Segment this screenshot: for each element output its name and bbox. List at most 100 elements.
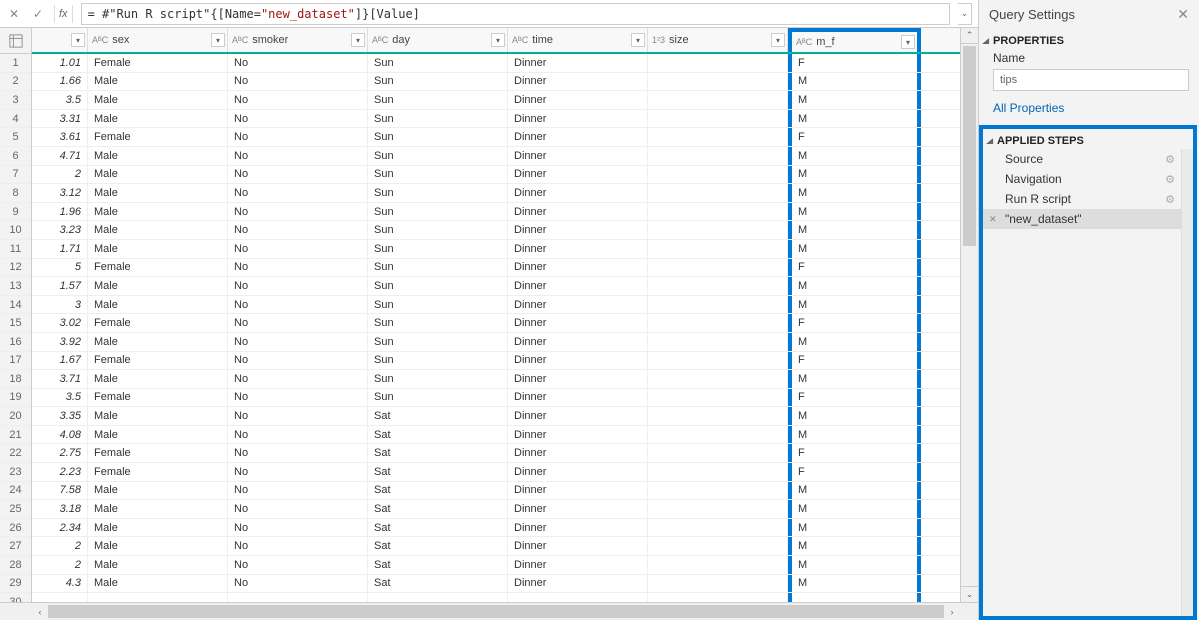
formula-expand-button[interactable]: ⌄ xyxy=(958,3,972,25)
cell[interactable]: Male xyxy=(88,184,228,202)
cell[interactable] xyxy=(648,259,788,277)
cell[interactable]: 5 xyxy=(32,259,88,277)
column-filter-button[interactable]: ▾ xyxy=(351,33,365,47)
cell[interactable]: Sun xyxy=(368,352,508,370)
table-row[interactable]: 2.34MaleNoSatDinnerM xyxy=(32,519,960,538)
cell[interactable]: No xyxy=(228,221,368,239)
cell[interactable] xyxy=(648,296,788,314)
cell[interactable] xyxy=(648,593,788,602)
cell[interactable] xyxy=(648,221,788,239)
table-row[interactable]: 3MaleNoSunDinnerM xyxy=(32,296,960,315)
row-number[interactable]: 3 xyxy=(0,91,31,110)
cell[interactable]: Dinner xyxy=(508,482,648,500)
table-row[interactable]: 2.23FemaleNoSatDinnerF xyxy=(32,463,960,482)
fx-icon[interactable]: fx xyxy=(54,5,73,23)
cell[interactable]: Male xyxy=(88,91,228,109)
cell[interactable] xyxy=(648,537,788,555)
cell[interactable] xyxy=(788,593,921,602)
cell[interactable]: No xyxy=(228,519,368,537)
cell[interactable]: No xyxy=(228,352,368,370)
cell[interactable]: Sun xyxy=(368,221,508,239)
table-icon[interactable] xyxy=(0,28,31,54)
cell[interactable] xyxy=(648,407,788,425)
table-row[interactable]: 4.71MaleNoSunDinnerM xyxy=(32,147,960,166)
cell[interactable]: Sat xyxy=(368,444,508,462)
row-number[interactable]: 26 xyxy=(0,519,31,538)
cell[interactable]: No xyxy=(228,54,368,72)
row-number[interactable]: 8 xyxy=(0,184,31,203)
cell[interactable]: M xyxy=(788,147,921,165)
column-filter-button[interactable]: ▾ xyxy=(771,33,785,47)
table-row[interactable] xyxy=(32,593,960,602)
cell[interactable]: Male xyxy=(88,166,228,184)
cell[interactable]: Sun xyxy=(368,73,508,91)
cell[interactable]: 1.57 xyxy=(32,277,88,295)
cell[interactable]: M xyxy=(788,184,921,202)
row-number[interactable]: 15 xyxy=(0,314,31,333)
cell[interactable]: M xyxy=(788,221,921,239)
cell[interactable]: No xyxy=(228,407,368,425)
applied-step[interactable]: Run R script⚙ xyxy=(983,189,1181,209)
cell[interactable] xyxy=(32,593,88,602)
table-row[interactable]: 3.35MaleNoSatDinnerM xyxy=(32,407,960,426)
cell[interactable]: 2 xyxy=(32,556,88,574)
table-row[interactable]: 3.5FemaleNoSunDinnerF xyxy=(32,389,960,408)
column-filter-button[interactable]: ▾ xyxy=(71,33,85,47)
cell[interactable]: Male xyxy=(88,519,228,537)
table-row[interactable]: 7.58MaleNoSatDinnerM xyxy=(32,482,960,501)
row-number[interactable]: 4 xyxy=(0,110,31,129)
cell[interactable] xyxy=(648,519,788,537)
cell[interactable]: No xyxy=(228,259,368,277)
cell[interactable]: Dinner xyxy=(508,370,648,388)
cell[interactable]: Sun xyxy=(368,333,508,351)
all-properties-link[interactable]: All Properties xyxy=(979,97,1199,125)
cell[interactable]: Sat xyxy=(368,537,508,555)
cell[interactable]: 3.18 xyxy=(32,500,88,518)
cell[interactable] xyxy=(648,333,788,351)
row-number[interactable]: 13 xyxy=(0,277,31,296)
cell[interactable]: Dinner xyxy=(508,426,648,444)
cell[interactable]: Sat xyxy=(368,575,508,593)
cell[interactable]: No xyxy=(228,556,368,574)
cell[interactable]: M xyxy=(788,73,921,91)
cell[interactable]: M xyxy=(788,110,921,128)
cell[interactable]: Male xyxy=(88,407,228,425)
column-header-index[interactable]: ▾ xyxy=(32,28,88,52)
cell[interactable]: Female xyxy=(88,444,228,462)
row-number[interactable]: 30 xyxy=(0,593,31,602)
cell[interactable]: Dinner xyxy=(508,314,648,332)
cell[interactable]: 3.12 xyxy=(32,184,88,202)
cell[interactable]: Dinner xyxy=(508,91,648,109)
row-number[interactable]: 11 xyxy=(0,240,31,259)
table-row[interactable]: 2MaleNoSunDinnerM xyxy=(32,166,960,185)
cell[interactable]: Sun xyxy=(368,296,508,314)
cell[interactable]: Dinner xyxy=(508,352,648,370)
cell[interactable]: Female xyxy=(88,259,228,277)
scroll-left-icon[interactable]: ‹ xyxy=(32,603,48,620)
cell[interactable]: Dinner xyxy=(508,277,648,295)
cell[interactable] xyxy=(228,593,368,602)
scroll-down-icon[interactable]: ⌄ xyxy=(961,586,978,602)
row-number[interactable]: 27 xyxy=(0,537,31,556)
cell[interactable]: Female xyxy=(88,352,228,370)
column-filter-button[interactable]: ▾ xyxy=(211,33,225,47)
cell[interactable]: M xyxy=(788,166,921,184)
cell[interactable] xyxy=(648,389,788,407)
table-row[interactable]: 1.57MaleNoSunDinnerM xyxy=(32,277,960,296)
cell[interactable]: Dinner xyxy=(508,221,648,239)
cell[interactable]: Dinner xyxy=(508,333,648,351)
applied-steps-section-title[interactable]: APPLIED STEPS xyxy=(983,129,1193,149)
cell[interactable]: Male xyxy=(88,221,228,239)
cell[interactable]: 4.71 xyxy=(32,147,88,165)
row-number[interactable]: 29 xyxy=(0,575,31,594)
cell[interactable]: Sun xyxy=(368,128,508,146)
cell[interactable]: Dinner xyxy=(508,259,648,277)
row-number[interactable]: 20 xyxy=(0,407,31,426)
cell[interactable]: Female xyxy=(88,128,228,146)
cell[interactable]: F xyxy=(788,352,921,370)
commit-icon[interactable]: ✓ xyxy=(30,6,46,22)
cell[interactable]: Male xyxy=(88,203,228,221)
cell[interactable]: Sat xyxy=(368,426,508,444)
cell[interactable]: 3.02 xyxy=(32,314,88,332)
table-row[interactable]: 3.92MaleNoSunDinnerM xyxy=(32,333,960,352)
